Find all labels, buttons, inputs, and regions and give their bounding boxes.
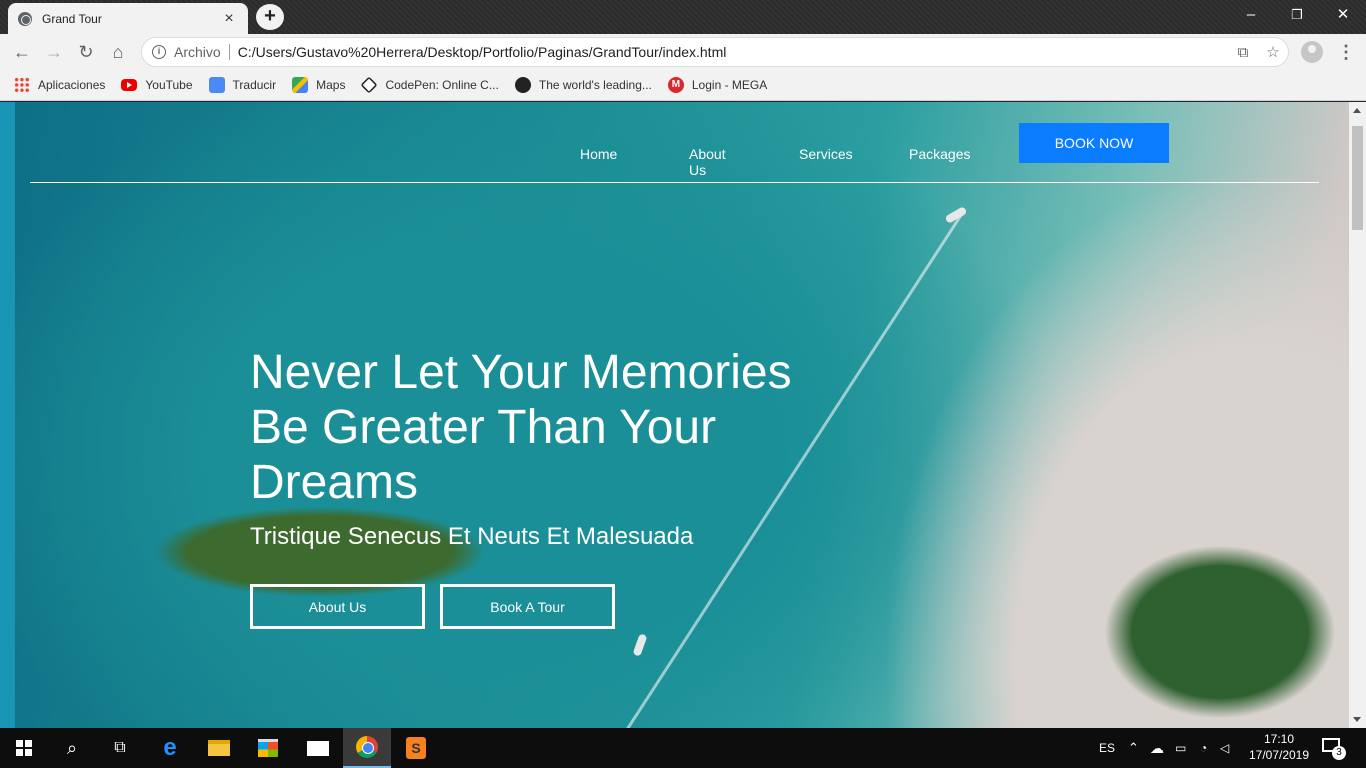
folder-icon xyxy=(208,740,230,756)
maximize-button[interactable]: ❐ xyxy=(1274,0,1320,30)
bookmark-youtube[interactable]: YouTube xyxy=(121,78,193,92)
windows-taskbar: ⌕ ⧉ e S ES ⌃ ☁ ▭ ◔ ◁ 17:10 17/07/2019 3 xyxy=(0,728,1366,768)
taskbar-mail[interactable] xyxy=(294,728,342,768)
url-text[interactable]: C:/Users/Gustavo%20Herrera/Desktop/Portf… xyxy=(238,44,1228,60)
bookmark-translate[interactable]: Traducir xyxy=(208,77,277,93)
system-clock[interactable]: 17:10 17/07/2019 xyxy=(1240,731,1318,763)
tab-title: Grand Tour xyxy=(42,11,102,26)
hero-headline: Never Let Your Memories Be Greater Than … xyxy=(250,346,792,509)
bookmarks-bar: Aplicaciones YouTube Traducir Maps CodeP… xyxy=(0,70,1366,101)
home-icon[interactable]: ⌂ xyxy=(106,40,130,64)
bookmark-github[interactable]: The world's leading... xyxy=(514,77,652,93)
profile-avatar-icon[interactable] xyxy=(1301,41,1323,63)
bookmark-label: Aplicaciones xyxy=(38,78,106,92)
hero-subline: Tristique Senecus Et Neuts Et Malesuada xyxy=(250,523,694,550)
translate-icon xyxy=(208,77,225,93)
mail-icon xyxy=(307,740,329,756)
taskbar-sublime[interactable]: S xyxy=(392,728,440,768)
page-viewport: Home About Us Services Packages BOOK NOW… xyxy=(0,102,1366,728)
taskbar-explorer[interactable] xyxy=(195,728,243,768)
browser-tab[interactable]: Grand Tour × xyxy=(8,3,248,34)
close-window-button[interactable]: ✕ xyxy=(1320,0,1366,30)
codepen-icon xyxy=(360,76,378,94)
scroll-down-icon[interactable] xyxy=(1353,717,1361,722)
bookmark-label: Login - MEGA xyxy=(691,78,768,92)
translate-page-icon[interactable]: ⧉ xyxy=(1228,44,1258,61)
minimize-button[interactable]: – xyxy=(1228,0,1274,30)
chrome-icon xyxy=(356,736,378,758)
wifi-icon[interactable]: ◔ xyxy=(1200,728,1207,768)
github-icon xyxy=(514,77,531,93)
clock-time: 17:10 xyxy=(1263,732,1295,746)
taskbar-edge[interactable]: e xyxy=(146,728,194,768)
apps-icon xyxy=(14,77,30,93)
new-tab-button[interactable]: + xyxy=(256,4,284,30)
scrollbar-thumb[interactable] xyxy=(1352,126,1363,230)
mega-icon: M xyxy=(667,77,684,93)
reload-icon[interactable]: ↻ xyxy=(74,40,98,64)
globe-icon xyxy=(18,11,32,26)
bookmark-label: Maps xyxy=(316,78,346,92)
task-view-icon[interactable]: ⧉ xyxy=(96,728,144,768)
book-tour-button[interactable]: Book A Tour xyxy=(440,584,615,629)
book-now-button[interactable]: BOOK NOW xyxy=(1019,123,1169,163)
browser-menu-icon[interactable]: ⋮ xyxy=(1336,40,1356,64)
tab-close-icon[interactable]: × xyxy=(220,10,238,28)
windows-logo-icon xyxy=(16,740,32,756)
forward-arrow-icon[interactable]: → xyxy=(42,40,66,64)
search-icon[interactable]: ⌕ xyxy=(48,728,96,768)
nav-services-link[interactable]: Services xyxy=(799,146,853,162)
taskbar-chrome[interactable] xyxy=(343,728,391,768)
hero-left-edge xyxy=(0,102,15,728)
battery-icon[interactable]: ▭ xyxy=(1175,728,1186,768)
bookmark-apps[interactable]: Aplicaciones xyxy=(14,77,105,93)
language-indicator[interactable]: ES xyxy=(1099,728,1115,768)
page-scrollbar[interactable] xyxy=(1349,102,1366,728)
bookmark-star-icon[interactable]: ☆ xyxy=(1258,43,1288,61)
bookmark-label: The world's leading... xyxy=(538,78,652,92)
chevron-up-icon[interactable]: ⌃ xyxy=(1128,728,1139,768)
nav-divider xyxy=(30,182,1319,183)
address-bar[interactable]: i Archivo C:/Users/Gustavo%20Herrera/Des… xyxy=(141,37,1289,67)
bookmark-label: CodePen: Online C... xyxy=(385,78,499,92)
boat-image xyxy=(632,633,648,657)
store-icon xyxy=(258,739,278,757)
sublime-icon: S xyxy=(406,737,426,759)
clock-date: 17/07/2019 xyxy=(1248,748,1310,762)
volume-icon[interactable]: ◁ xyxy=(1220,728,1229,768)
youtube-icon xyxy=(121,79,138,91)
about-us-button[interactable]: About Us xyxy=(250,584,425,629)
bookmark-codepen[interactable]: CodePen: Online C... xyxy=(360,76,499,94)
taskbar-store[interactable] xyxy=(244,728,292,768)
info-icon[interactable]: i xyxy=(152,45,166,59)
notification-count: 3 xyxy=(1332,746,1346,760)
bookmark-label: Traducir xyxy=(232,78,277,92)
nav-packages-link[interactable]: Packages xyxy=(909,146,970,162)
tab-strip: Grand Tour × + – ❐ ✕ xyxy=(0,0,1366,34)
nav-about-link[interactable]: About Us xyxy=(689,146,726,178)
back-arrow-icon[interactable]: ← xyxy=(10,40,34,64)
maps-icon xyxy=(292,77,309,93)
address-separator xyxy=(228,44,230,60)
browser-toolbar: ← → ↻ ⌂ i Archivo C:/Users/Gustavo%20Her… xyxy=(0,34,1366,70)
bookmark-mega[interactable]: M Login - MEGA xyxy=(667,77,768,93)
edge-icon: e xyxy=(163,734,177,761)
scroll-up-icon[interactable] xyxy=(1353,108,1361,113)
start-button[interactable] xyxy=(0,728,48,768)
nav-home-link[interactable]: Home xyxy=(580,146,617,162)
action-center-icon[interactable]: 3 xyxy=(1322,736,1346,760)
bookmark-label: YouTube xyxy=(145,78,193,92)
onedrive-icon[interactable]: ☁ xyxy=(1150,728,1164,768)
bookmark-maps[interactable]: Maps xyxy=(292,77,345,93)
scheme-label: Archivo xyxy=(174,44,221,60)
